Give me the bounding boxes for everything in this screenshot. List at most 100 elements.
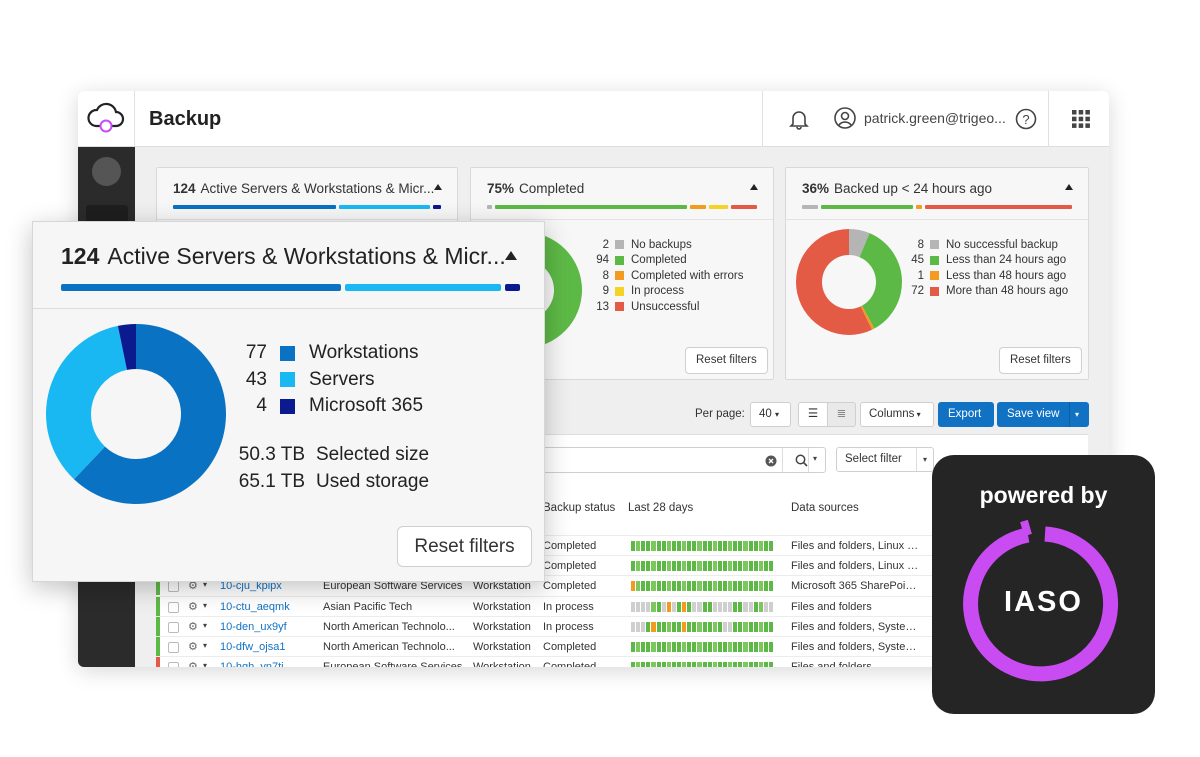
history-day[interactable] <box>753 621 758 632</box>
history-day[interactable] <box>671 642 676 652</box>
history-day[interactable] <box>682 561 687 572</box>
legend-item[interactable]: 8 Completed with errors <box>581 268 744 284</box>
history-day[interactable] <box>738 621 743 632</box>
history-day[interactable] <box>707 541 712 551</box>
history-day[interactable] <box>743 581 748 592</box>
gear-icon[interactable]: ⚙ <box>188 660 198 667</box>
history-day[interactable] <box>671 601 676 612</box>
segment[interactable] <box>916 205 922 209</box>
history-day[interactable] <box>682 581 687 592</box>
device-name-link[interactable]: 10-ctu_aeqmk <box>220 601 290 613</box>
history-day[interactable] <box>676 662 682 667</box>
history-day[interactable] <box>646 601 651 612</box>
history-day[interactable] <box>743 662 748 667</box>
history-day[interactable] <box>748 601 753 612</box>
segment[interactable] <box>730 205 758 209</box>
user-name[interactable]: patrick.green@trigeo... <box>864 110 1006 126</box>
history-day[interactable] <box>702 581 707 592</box>
history-day[interactable] <box>651 662 656 667</box>
segment[interactable] <box>432 205 441 209</box>
segment[interactable] <box>487 205 493 209</box>
history-day[interactable] <box>733 621 738 632</box>
chevron-down-icon[interactable]: ▾ <box>203 601 207 610</box>
history-day[interactable] <box>656 601 661 612</box>
history-day[interactable] <box>631 601 636 612</box>
history-day[interactable] <box>738 601 743 612</box>
history-day[interactable] <box>631 541 636 551</box>
history-day[interactable] <box>651 642 656 652</box>
history-day[interactable] <box>676 561 682 572</box>
gear-icon[interactable]: ⚙ <box>188 640 198 653</box>
history-day[interactable] <box>728 581 733 592</box>
history-day[interactable] <box>646 541 651 551</box>
save-view-button[interactable]: Save view <box>997 402 1069 427</box>
legend-item[interactable]: 13 Unsuccessful <box>581 299 743 315</box>
history-day[interactable] <box>707 561 712 572</box>
history-day[interactable] <box>687 662 692 667</box>
history-day[interactable] <box>753 541 758 551</box>
history-day[interactable] <box>671 541 676 551</box>
history-day[interactable] <box>758 662 763 667</box>
help-icon[interactable]: ? <box>1015 108 1037 130</box>
history-day[interactable] <box>728 642 733 652</box>
history-day[interactable] <box>656 581 661 592</box>
history-day[interactable] <box>768 621 774 632</box>
history-day[interactable] <box>733 541 738 551</box>
history-day[interactable] <box>758 561 763 572</box>
history-day[interactable] <box>671 561 676 572</box>
history-day[interactable] <box>651 541 656 551</box>
history-day[interactable] <box>656 621 661 632</box>
history-day[interactable] <box>722 642 728 652</box>
history-day[interactable] <box>636 621 641 632</box>
history-day[interactable] <box>636 642 641 652</box>
history-day[interactable] <box>671 581 676 592</box>
history-day[interactable] <box>651 621 656 632</box>
history-day[interactable] <box>682 601 687 612</box>
history-day[interactable] <box>641 621 646 632</box>
history-day[interactable] <box>641 541 646 551</box>
history-day[interactable] <box>671 621 676 632</box>
history-day[interactable] <box>682 662 687 667</box>
history-day[interactable] <box>692 561 697 572</box>
history-day[interactable] <box>763 561 768 572</box>
history-day[interactable] <box>692 601 697 612</box>
legend-item[interactable]: 4 Microsoft 365 <box>233 393 423 420</box>
history-day[interactable] <box>682 541 687 551</box>
history-day[interactable] <box>722 601 728 612</box>
gear-icon[interactable]: ⚙ <box>188 600 198 613</box>
history-day[interactable] <box>651 581 656 592</box>
history-day[interactable] <box>687 601 692 612</box>
collapse-caret-icon[interactable] <box>750 184 758 190</box>
history-day[interactable] <box>717 601 722 612</box>
history-day[interactable] <box>692 642 697 652</box>
history-day[interactable] <box>722 621 728 632</box>
history-day[interactable] <box>692 662 697 667</box>
history-day[interactable] <box>748 561 753 572</box>
row-checkbox[interactable] <box>168 581 179 593</box>
segment[interactable] <box>802 205 819 209</box>
history-day[interactable] <box>656 561 661 572</box>
history-day[interactable] <box>631 662 636 667</box>
history-day[interactable] <box>712 561 717 572</box>
legend-item[interactable]: 43 Servers <box>233 367 423 394</box>
history-day[interactable] <box>661 561 666 572</box>
history-day[interactable] <box>646 621 651 632</box>
history-day[interactable] <box>676 541 682 551</box>
reset-filters-button[interactable]: Reset filters <box>999 347 1082 374</box>
history-day[interactable] <box>707 662 712 667</box>
history-day[interactable] <box>748 642 753 652</box>
history-day[interactable] <box>687 541 692 551</box>
history-day[interactable] <box>707 601 712 612</box>
history-day[interactable] <box>702 601 707 612</box>
search-icon[interactable] <box>795 454 808 467</box>
history-day[interactable] <box>702 642 707 652</box>
history-day[interactable] <box>717 621 722 632</box>
history-day[interactable] <box>763 642 768 652</box>
history-day[interactable] <box>763 662 768 667</box>
nav-item[interactable] <box>92 157 121 186</box>
history-day[interactable] <box>768 581 774 592</box>
legend-item[interactable]: 2 No backups <box>581 237 743 253</box>
columns-button[interactable]: Columns ▾ <box>860 402 934 427</box>
save-view-dropdown[interactable]: ▾ <box>1069 402 1089 427</box>
history-day[interactable] <box>636 662 641 667</box>
